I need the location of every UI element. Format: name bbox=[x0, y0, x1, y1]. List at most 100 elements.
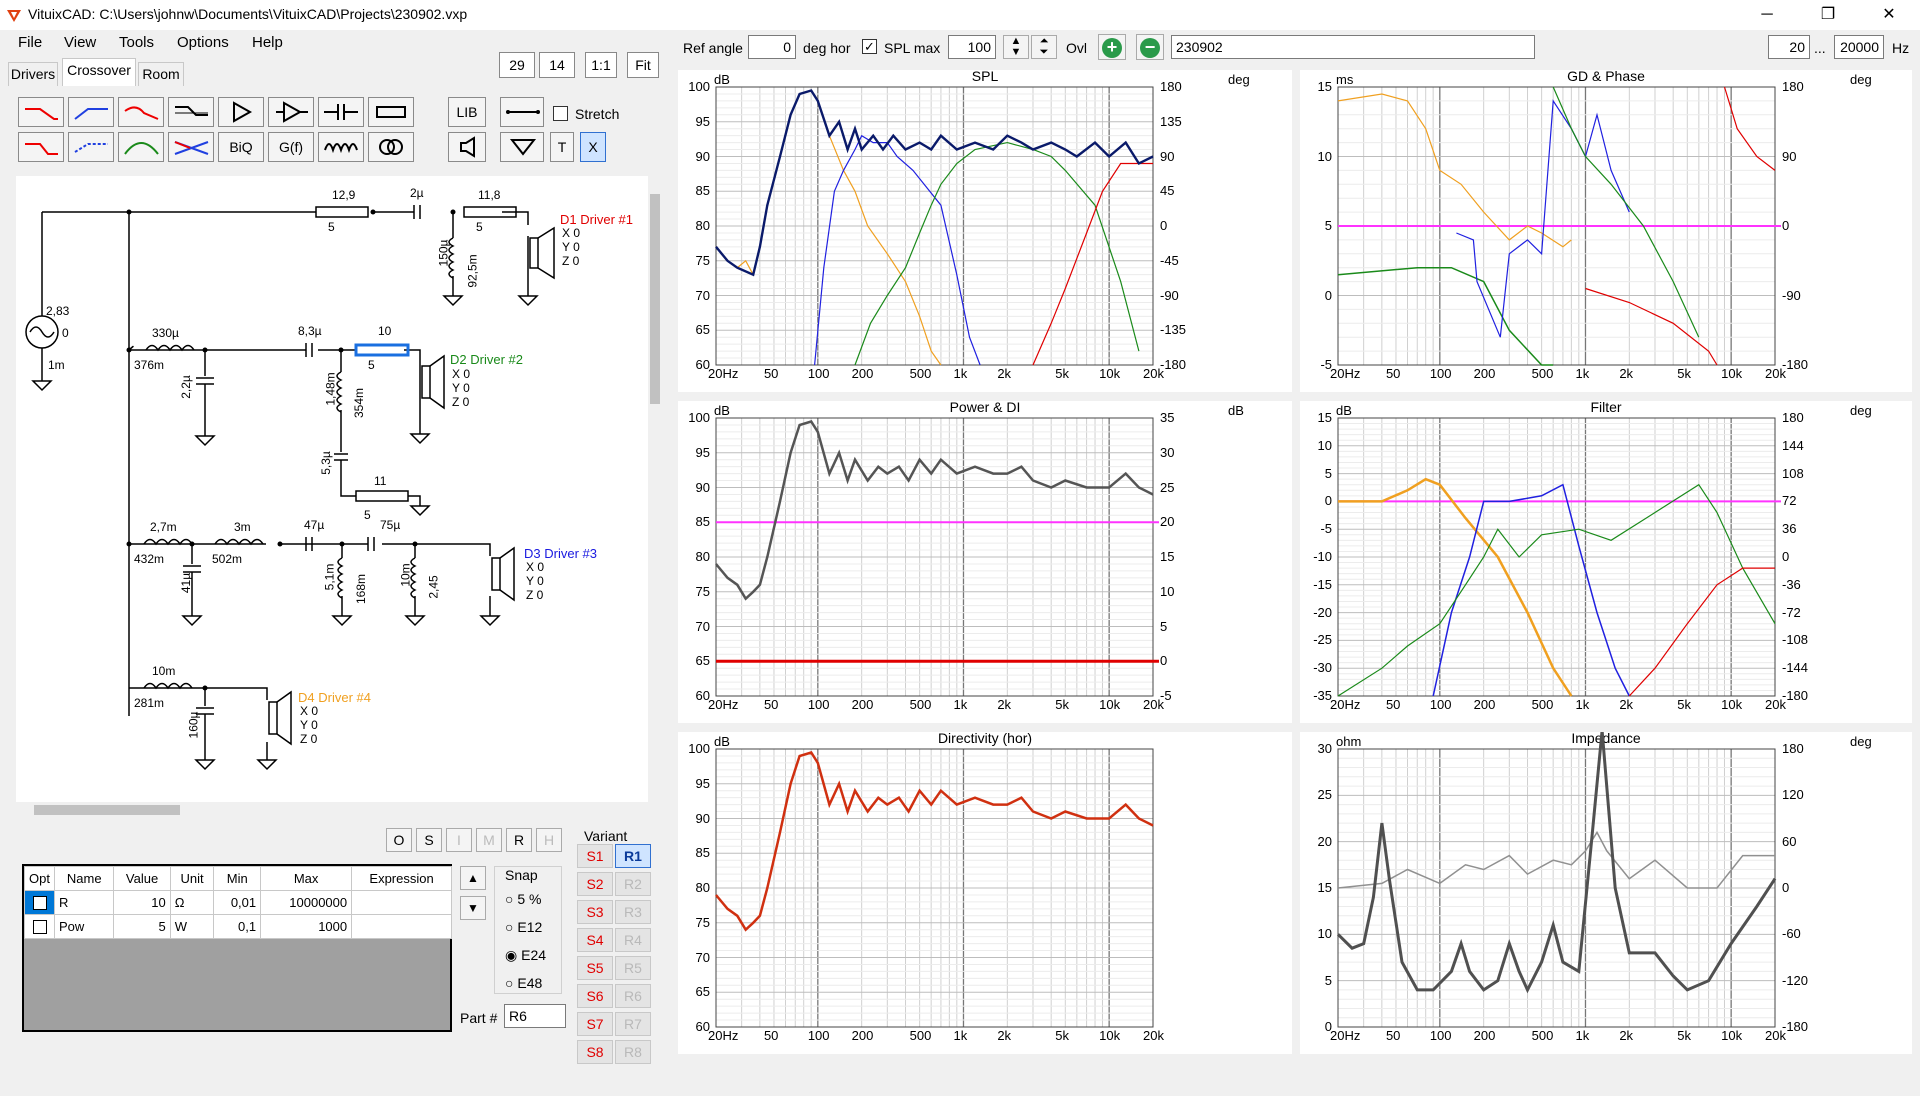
table-row[interactable]: R 10 Ω 0,01 10000000 bbox=[24, 890, 452, 915]
directivity-chart[interactable]: Directivity (hor) dB 100 95 90 85 80 75 70 65 60 20… bbox=[678, 730, 1292, 1054]
variant-r2[interactable]: R2 bbox=[615, 872, 651, 896]
opt-checkbox[interactable] bbox=[24, 890, 55, 915]
inductor-tool[interactable] bbox=[318, 132, 364, 162]
plot-area[interactable] bbox=[678, 401, 1292, 723]
h-button[interactable]: H bbox=[536, 828, 562, 852]
highpass-tool[interactable] bbox=[68, 97, 114, 127]
param-min[interactable]: 0,01 bbox=[213, 890, 262, 915]
library-button[interactable]: LIB bbox=[448, 97, 486, 127]
lowpass-2nd-tool[interactable] bbox=[118, 97, 164, 127]
variant-r8[interactable]: R8 bbox=[615, 1040, 651, 1064]
snap-e12-radio[interactable]: ○ E12 bbox=[505, 919, 542, 935]
param-value[interactable]: 5 bbox=[113, 914, 171, 939]
gd-phase-chart[interactable]: GD & Phase ms deg 15 10 5 0 -5 180 90 0 -90 -180 20Hz… bbox=[1300, 68, 1914, 392]
plot-area[interactable] bbox=[678, 70, 1292, 392]
driver-tool[interactable] bbox=[448, 132, 486, 162]
part-number-field[interactable]: R6 bbox=[504, 1004, 566, 1028]
scroll-thumb[interactable] bbox=[650, 194, 660, 404]
ref-angle-field[interactable]: 0 bbox=[748, 35, 796, 59]
shelf-tool[interactable] bbox=[168, 97, 214, 127]
resistor-tool[interactable] bbox=[368, 97, 414, 127]
param-expression[interactable] bbox=[351, 914, 452, 939]
crossover-schematic[interactable] bbox=[16, 176, 648, 802]
remove-overlay-button[interactable]: − bbox=[1136, 34, 1164, 60]
lowpass-1st-tool[interactable] bbox=[18, 97, 64, 127]
snap-5pct-radio[interactable]: ○ 5 % bbox=[505, 891, 541, 907]
table-row[interactable]: Pow 5 W 0,1 1000 bbox=[24, 914, 452, 939]
variant-s6[interactable]: S6 bbox=[577, 984, 613, 1008]
filter-chart[interactable]: Filter dB deg 15 10 5 0 -5 -10 -15 -20 -25 -30 -35 180… bbox=[1300, 399, 1914, 723]
scroll-thumb[interactable] bbox=[34, 805, 180, 815]
amplifier-tool[interactable] bbox=[268, 97, 314, 127]
param-min[interactable]: 0,1 bbox=[213, 914, 262, 939]
wire-tool[interactable] bbox=[500, 97, 544, 127]
variant-r4[interactable]: R4 bbox=[615, 928, 651, 952]
plot-area[interactable] bbox=[678, 732, 1292, 1054]
tab-room[interactable]: Room bbox=[138, 62, 184, 86]
delete-tool[interactable]: X bbox=[580, 132, 606, 162]
spl-max-checkbox[interactable]: ✓ bbox=[862, 39, 877, 54]
transfer-function-button[interactable]: G(f) bbox=[268, 132, 314, 162]
menu-options[interactable]: Options bbox=[177, 34, 229, 51]
ground-tool[interactable] bbox=[500, 132, 544, 162]
bandpass-tool[interactable] bbox=[118, 132, 164, 162]
variant-s5[interactable]: S5 bbox=[577, 956, 613, 980]
freq-min-field[interactable]: 20 bbox=[1768, 35, 1810, 59]
variant-r7[interactable]: R7 bbox=[615, 1012, 651, 1036]
add-overlay-button[interactable]: + bbox=[1098, 34, 1126, 60]
variant-s7[interactable]: S7 bbox=[577, 1012, 613, 1036]
snap-e48-radio[interactable]: ○ E48 bbox=[505, 975, 542, 991]
menu-file[interactable]: File bbox=[18, 34, 42, 51]
vertical-scrollbar[interactable] bbox=[648, 176, 662, 802]
zoom-1-1-button[interactable]: 1:1 bbox=[585, 52, 617, 78]
spl-updown-icon[interactable]: ▲ ▼ bbox=[1003, 35, 1029, 59]
crossover-tool[interactable] bbox=[168, 132, 214, 162]
variant-s8[interactable]: S8 bbox=[577, 1040, 613, 1064]
r-button[interactable]: R bbox=[506, 828, 532, 852]
variant-r5[interactable]: R5 bbox=[615, 956, 651, 980]
plot-area[interactable] bbox=[1300, 70, 1914, 392]
param-value[interactable]: 10 bbox=[113, 890, 171, 915]
overlay-name-field[interactable]: 230902 bbox=[1171, 35, 1535, 59]
spl-collapse-icon[interactable]: ⏶ ⏷ bbox=[1031, 35, 1057, 59]
text-tool[interactable]: T bbox=[550, 132, 574, 162]
plot-area[interactable] bbox=[1300, 732, 1914, 1054]
variant-s4[interactable]: S4 bbox=[577, 928, 613, 952]
capacitor-tool[interactable] bbox=[318, 97, 364, 127]
menu-tools[interactable]: Tools bbox=[119, 34, 154, 51]
buffer-tool[interactable] bbox=[218, 97, 264, 127]
allpass-tool[interactable] bbox=[68, 132, 114, 162]
zoom-29-button[interactable]: 29 bbox=[499, 52, 535, 78]
menu-help[interactable]: Help bbox=[252, 34, 283, 51]
variant-r3[interactable]: R3 bbox=[615, 900, 651, 924]
param-max[interactable]: 10000000 bbox=[260, 890, 353, 915]
m-button[interactable]: M bbox=[476, 828, 502, 852]
variant-r6[interactable]: R6 bbox=[615, 984, 651, 1008]
s-button[interactable]: S bbox=[416, 828, 442, 852]
impedance-chart[interactable]: Impedance ohm deg 30 25 20 15 10 5 0 180 120 60 0 -60-… bbox=[1300, 730, 1914, 1054]
snap-e24-radio[interactable]: ◉ E24 bbox=[505, 947, 546, 964]
optimize-button[interactable]: O bbox=[386, 828, 412, 852]
horizontal-scrollbar[interactable] bbox=[16, 802, 648, 818]
menu-view[interactable]: View bbox=[64, 34, 96, 51]
move-down-button[interactable]: ▼ bbox=[460, 896, 486, 920]
freq-max-field[interactable]: 20000 bbox=[1834, 35, 1884, 59]
lowpass-tool[interactable] bbox=[18, 132, 64, 162]
variant-r1[interactable]: R1 bbox=[615, 844, 651, 868]
plot-area[interactable] bbox=[1300, 401, 1914, 723]
minimize-button[interactable]: ─ bbox=[1744, 0, 1790, 30]
i-button[interactable]: I bbox=[446, 828, 472, 852]
biquad-button[interactable]: BiQ bbox=[218, 132, 264, 162]
schematic-canvas[interactable]: 12,9 5 2µ 11,8 5 150µ 92,5m 2,83 0 1m 33… bbox=[16, 176, 648, 802]
power-di-chart[interactable]: Power & DI dB dB 100 95 90 85 80 75 70 65 60 35 30 25 2… bbox=[678, 399, 1292, 723]
variant-s1[interactable]: S1 bbox=[577, 844, 613, 868]
param-max[interactable]: 1000 bbox=[260, 914, 353, 939]
move-up-button[interactable]: ▲ bbox=[460, 866, 486, 890]
close-button[interactable]: ✕ bbox=[1866, 0, 1912, 30]
variant-s3[interactable]: S3 bbox=[577, 900, 613, 924]
zoom-14-button[interactable]: 14 bbox=[539, 52, 575, 78]
spl-chart[interactable]: SPL dB deg 100 95 90 85 80 75 70 65 60 180 135 90 45 0 -4… bbox=[678, 68, 1292, 392]
param-expression[interactable] bbox=[351, 890, 452, 915]
transformer-tool[interactable] bbox=[368, 132, 414, 162]
variant-s2[interactable]: S2 bbox=[577, 872, 613, 896]
